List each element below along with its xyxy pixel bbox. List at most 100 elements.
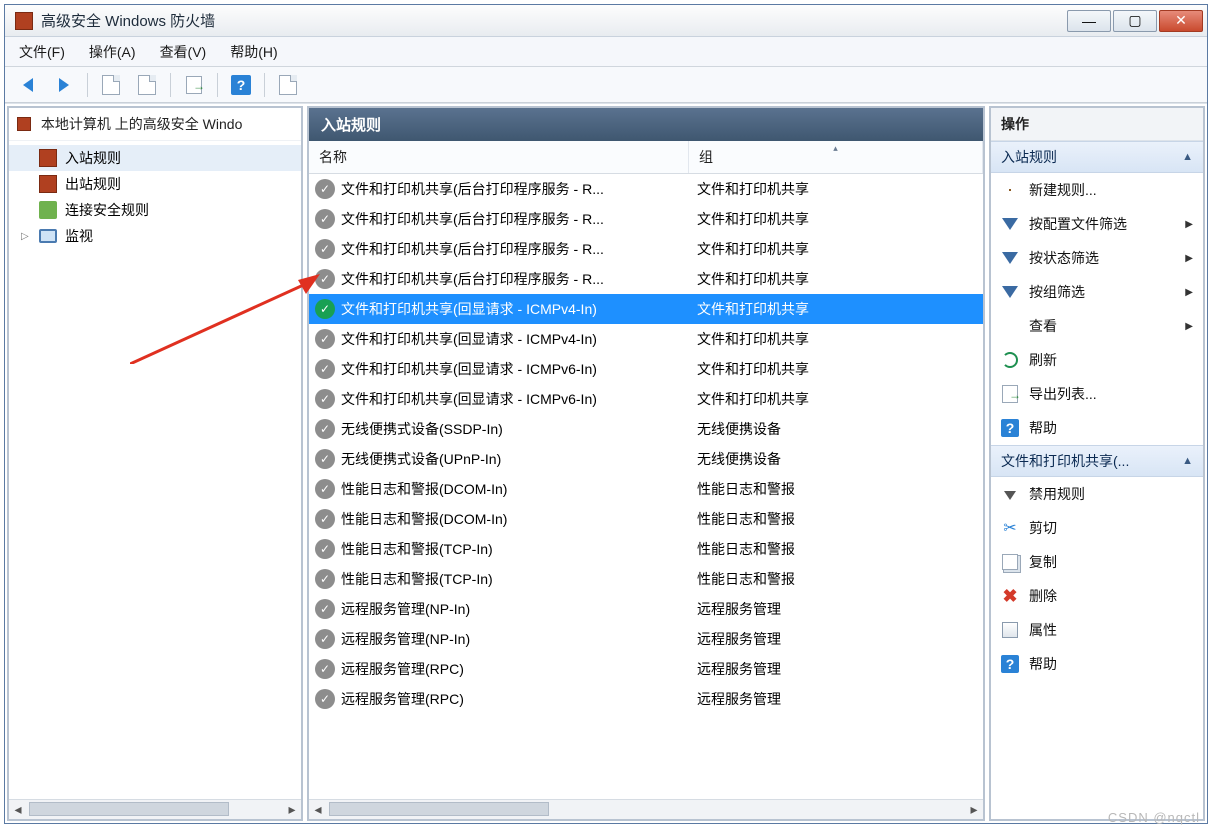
actions-pane: 操作 入站规则 ▲ 新建规则... 按配置文件筛选 ▶ 按状态筛选 ▶ 按 [989,106,1205,821]
rule-name: 文件和打印机共享(回显请求 - ICMPv6-In) [341,389,697,409]
back-button[interactable] [13,71,43,99]
action-filter-state[interactable]: 按状态筛选 ▶ [991,241,1203,275]
tree-item-outbound[interactable]: 出站规则 [9,171,301,197]
rules-h-scrollbar[interactable]: ◂ ▸ [309,799,983,819]
action-copy[interactable]: 复制 [991,545,1203,579]
disabled-icon: ✓ [315,389,335,409]
rule-row[interactable]: ✓文件和打印机共享(后台打印程序服务 - R...文件和打印机共享 [309,174,983,204]
rule-row[interactable]: ✓无线便携式设备(UPnP-In)无线便携设备 [309,444,983,474]
rule-row[interactable]: ✓远程服务管理(RPC)远程服务管理 [309,654,983,684]
disabled-icon: ✓ [315,539,335,559]
toolbar: ? [5,67,1207,103]
menu-view[interactable]: 查看(V) [160,42,207,62]
disabled-icon: ✓ [315,659,335,679]
disabled-icon: ✓ [315,179,335,199]
folder-up-button[interactable] [96,71,126,99]
minimize-button[interactable]: — [1067,10,1111,32]
actions-section-selected[interactable]: 文件和打印机共享(... ▲ [991,445,1203,477]
scroll-thumb[interactable] [329,802,549,816]
scroll-left-icon[interactable]: ◂ [9,800,27,819]
filter-icon [1002,286,1018,298]
tree-item-monitoring[interactable]: ▷ 监视 [9,223,301,249]
rule-group: 文件和打印机共享 [697,329,979,349]
rule-group: 性能日志和警报 [697,569,979,589]
action-disable[interactable]: 禁用规则 [991,477,1203,511]
disabled-icon: ✓ [315,419,335,439]
rule-row[interactable]: ✓文件和打印机共享(回显请求 - ICMPv4-In)文件和打印机共享 [309,294,983,324]
action-help[interactable]: ? 帮助 [991,411,1203,445]
scroll-left-icon[interactable]: ◂ [309,800,327,819]
action-export[interactable]: 导出列表... [991,377,1203,411]
action-filter-group[interactable]: 按组筛选 ▶ [991,275,1203,309]
menu-file[interactable]: 文件(F) [19,42,65,62]
rule-row[interactable]: ✓文件和打印机共享(回显请求 - ICMPv4-In)文件和打印机共享 [309,324,983,354]
disabled-icon: ✓ [315,449,335,469]
menu-action[interactable]: 操作(A) [89,42,136,62]
action-view[interactable]: 查看 ▶ [991,309,1203,343]
rule-row[interactable]: ✓文件和打印机共享(回显请求 - ICMPv6-In)文件和打印机共享 [309,384,983,414]
close-button[interactable]: ✕ [1159,10,1203,32]
firewall-icon [39,149,57,167]
actions-section-inbound[interactable]: 入站规则 ▲ [991,141,1203,173]
rule-group: 无线便携设备 [697,449,979,469]
export-button[interactable] [179,71,209,99]
action-new-rule[interactable]: 新建规则... [991,173,1203,207]
tree-root[interactable]: 本地计算机 上的高级安全 Windo [9,108,301,141]
action-refresh[interactable]: 刷新 [991,343,1203,377]
rule-name: 远程服务管理(NP-In) [341,599,697,619]
rule-name: 文件和打印机共享(后台打印程序服务 - R... [341,239,697,259]
rule-row[interactable]: ✓性能日志和警报(TCP-In)性能日志和警报 [309,564,983,594]
rule-row[interactable]: ✓文件和打印机共享(后台打印程序服务 - R...文件和打印机共享 [309,204,983,234]
action-filter-profile[interactable]: 按配置文件筛选 ▶ [991,207,1203,241]
rule-name: 性能日志和警报(TCP-In) [341,569,697,589]
rule-row[interactable]: ✓性能日志和警报(DCOM-In)性能日志和警报 [309,474,983,504]
rule-group: 远程服务管理 [697,659,979,679]
show-hide-button[interactable] [273,71,303,99]
expand-icon[interactable]: ▷ [21,231,29,242]
tree-h-scrollbar[interactable]: ◂ ▸ [9,799,301,819]
forward-button[interactable] [49,71,79,99]
help-button[interactable]: ? [226,71,256,99]
rule-row[interactable]: ✓文件和打印机共享(后台打印程序服务 - R...文件和打印机共享 [309,264,983,294]
rule-row[interactable]: ✓远程服务管理(NP-In)远程服务管理 [309,624,983,654]
action-help-2[interactable]: ? 帮助 [991,647,1203,681]
rule-row[interactable]: ✓远程服务管理(NP-In)远程服务管理 [309,594,983,624]
rules-list[interactable]: ✓文件和打印机共享(后台打印程序服务 - R...文件和打印机共享✓文件和打印机… [309,174,983,799]
action-delete[interactable]: ✖ 删除 [991,579,1203,613]
rule-row[interactable]: ✓远程服务管理(RPC)远程服务管理 [309,684,983,714]
firewall-icon [39,175,57,193]
rule-name: 文件和打印机共享(回显请求 - ICMPv4-In) [341,329,697,349]
rule-group: 文件和打印机共享 [697,209,979,229]
rules-pane-title: 入站规则 [309,108,983,141]
filter-icon [1002,252,1018,264]
rule-row[interactable]: ✓文件和打印机共享(回显请求 - ICMPv6-In)文件和打印机共享 [309,354,983,384]
rule-group: 文件和打印机共享 [697,299,979,319]
rule-row[interactable]: ✓性能日志和警报(DCOM-In)性能日志和警报 [309,504,983,534]
scroll-right-icon[interactable]: ▸ [283,800,301,819]
tree-item-inbound[interactable]: 入站规则 [9,145,301,171]
action-cut[interactable]: ✂ 剪切 [991,511,1203,545]
firewall-icon [17,117,31,131]
disabled-icon: ✓ [315,209,335,229]
copy-icon [1002,554,1018,570]
maximize-button[interactable]: ▢ [1113,10,1157,32]
filter-icon [1002,218,1018,230]
arrow-left-icon [23,78,33,92]
scroll-thumb[interactable] [29,802,229,816]
tree-item-label: 入站规则 [65,148,121,168]
disabled-icon: ✓ [315,269,335,289]
rule-row[interactable]: ✓文件和打印机共享(后台打印程序服务 - R...文件和打印机共享 [309,234,983,264]
action-properties[interactable]: 属性 [991,613,1203,647]
rule-row[interactable]: ✓无线便携式设备(SSDP-In)无线便携设备 [309,414,983,444]
tree-item-label: 连接安全规则 [65,200,149,220]
menu-help[interactable]: 帮助(H) [230,42,277,62]
rule-name: 性能日志和警报(DCOM-In) [341,479,697,499]
column-group[interactable]: ▴ 组 [689,141,983,173]
properties-button[interactable] [132,71,162,99]
rule-group: 文件和打印机共享 [697,239,979,259]
scroll-right-icon[interactable]: ▸ [965,800,983,819]
tree-item-connection-security[interactable]: 连接安全规则 [9,197,301,223]
export-icon [1002,385,1018,403]
column-name[interactable]: 名称 [309,141,689,173]
rule-row[interactable]: ✓性能日志和警报(TCP-In)性能日志和警报 [309,534,983,564]
